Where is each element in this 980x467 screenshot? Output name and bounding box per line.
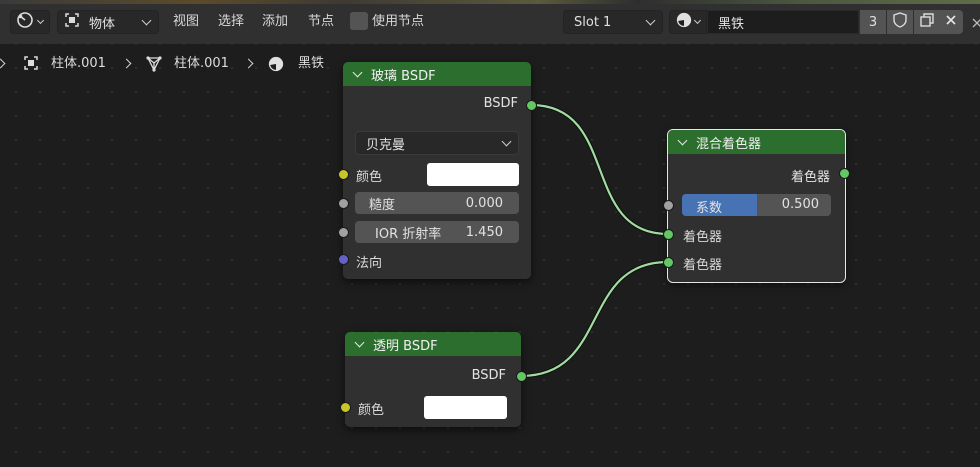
mix-input2-label: 着色器 <box>683 258 723 273</box>
glass-ior-label: IOR 折射率 <box>375 226 442 242</box>
glass-node-title: 玻璃 BSDF <box>371 68 436 84</box>
mix-shader-input1-socket[interactable] <box>663 229 674 240</box>
glass-roughness-value: 0.000 <box>465 195 503 211</box>
glass-roughness-field[interactable]: 糙度 0.000 <box>355 192 519 214</box>
transparent-color-socket[interactable] <box>340 402 351 413</box>
glass-bsdf-node[interactable]: 玻璃 BSDF BSDF 贝克曼 颜色 糙度 0.000 IOR 折射率 1.4… <box>343 62 531 279</box>
transparent-node-title: 透明 BSDF <box>373 338 438 354</box>
glass-color-socket[interactable] <box>338 169 349 180</box>
collapse-chevron-icon[interactable] <box>352 67 363 78</box>
glass-color-swatch[interactable] <box>427 163 519 186</box>
link-transparent-to-mix-line <box>520 260 669 378</box>
mix-shader-output-socket[interactable] <box>839 168 850 179</box>
chevron-down-icon <box>501 136 512 147</box>
transparent-bsdf-output-label: BSDF <box>471 368 506 383</box>
mix-shader-input2-socket[interactable] <box>663 257 674 268</box>
mix-node-title: 混合着色器 <box>696 136 762 152</box>
mix-node-header[interactable]: 混合着色器 <box>668 130 845 154</box>
mix-factor-slider[interactable]: 系数 0.500 <box>682 194 831 216</box>
mix-factor-socket[interactable] <box>663 200 674 211</box>
mix-input1-label: 着色器 <box>683 230 723 245</box>
glass-bsdf-output-label: BSDF <box>483 96 518 111</box>
mix-shader-node[interactable]: 混合着色器 着色器 系数 0.500 着色器 着色器 <box>667 129 846 283</box>
glass-node-header[interactable]: 玻璃 BSDF <box>343 62 531 86</box>
glass-roughness-socket[interactable] <box>338 198 349 209</box>
glass-ior-value: 1.450 <box>465 224 503 240</box>
glass-ior-field[interactable]: IOR 折射率 1.450 <box>355 221 519 243</box>
glass-ior-socket[interactable] <box>338 227 349 238</box>
glass-distribution-value: 贝克曼 <box>366 137 406 153</box>
link-glass-to-mix-line <box>530 103 669 236</box>
transparent-node-header[interactable]: 透明 BSDF <box>345 332 521 356</box>
transparent-color-swatch[interactable] <box>424 396 507 419</box>
collapse-chevron-icon[interactable] <box>354 337 365 348</box>
glass-normal-label: 法向 <box>356 256 383 271</box>
transparent-bsdf-node[interactable]: 透明 BSDF BSDF 颜色 <box>345 332 521 427</box>
glass-distribution-select[interactable]: 贝克曼 <box>355 131 519 155</box>
glass-bsdf-output-socket[interactable] <box>526 100 537 111</box>
mix-factor-label: 系数 <box>696 201 723 216</box>
transparent-color-label: 颜色 <box>358 403 385 418</box>
mix-shader-output-label: 着色器 <box>790 170 830 185</box>
glass-normal-socket[interactable] <box>338 254 349 265</box>
mix-factor-value: 0.500 <box>781 197 819 212</box>
transparent-bsdf-output-socket[interactable] <box>516 371 527 382</box>
glass-color-label: 颜色 <box>356 170 383 185</box>
collapse-chevron-icon[interactable] <box>677 135 688 146</box>
glass-roughness-label: 糙度 <box>369 197 396 213</box>
